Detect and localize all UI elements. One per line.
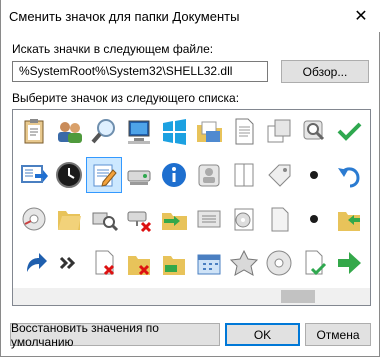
icon-cell[interactable] [17, 114, 51, 148]
icon-cell[interactable] [227, 246, 261, 280]
icon-cell[interactable] [157, 114, 191, 148]
icon-cell[interactable] [227, 114, 261, 148]
disc-drive-icon [22, 207, 46, 231]
folder-green-arrow-icon [162, 213, 187, 230]
folder-arrow-icon [338, 212, 360, 231]
restore-defaults-button[interactable]: Восстановить значения по умолчанию [10, 321, 220, 349]
window-title: Сменить значок для папки Документы [9, 9, 240, 24]
disc-icon [266, 250, 292, 276]
dot-icon [310, 171, 318, 179]
magnifier-icon [91, 119, 115, 144]
search-folder-icon [303, 120, 325, 141]
icon-cell[interactable] [52, 246, 86, 280]
tag-icon [268, 164, 291, 187]
file-label: Искать значки в следующем файле: [12, 42, 214, 56]
icon-cell[interactable] [17, 246, 51, 280]
document-x-icon [95, 250, 115, 276]
dot-icon [310, 215, 318, 223]
icon-cell[interactable] [17, 158, 51, 192]
icon-cell[interactable] [332, 114, 366, 148]
ok-button[interactable]: OK [225, 323, 300, 346]
calendar-icon [197, 254, 221, 275]
icon-cell[interactable] [262, 202, 296, 236]
icon-cell[interactable] [17, 202, 51, 236]
folder-x-icon [128, 256, 150, 276]
icon-cell[interactable] [122, 246, 156, 280]
close-icon: ✕ [354, 8, 368, 25]
icon-cell[interactable] [87, 114, 121, 148]
drive-icon [127, 170, 151, 185]
icon-cell[interactable] [297, 246, 331, 280]
icon-cell[interactable] [297, 114, 331, 148]
shortcut-arrow-icon [23, 252, 47, 274]
icon-cell[interactable] [122, 114, 156, 148]
icon-cell[interactable] [157, 202, 191, 236]
user-files-icon [198, 164, 220, 187]
icon-cell[interactable] [192, 158, 226, 192]
icon-cell[interactable] [332, 202, 366, 236]
undo-arrow-icon [338, 167, 360, 188]
icon-cell[interactable] [192, 246, 226, 280]
drive-disconnected-icon [127, 211, 152, 233]
pages-icon [234, 163, 254, 187]
icon-cell[interactable] [122, 202, 156, 236]
icon-cell[interactable] [52, 158, 86, 192]
icon-cell[interactable] [227, 158, 261, 192]
info-icon [162, 163, 186, 187]
icon-cell[interactable] [227, 202, 261, 236]
list-label: Выберите значок из следующего списка: [12, 91, 240, 105]
folder-open-icon [58, 211, 81, 230]
file-path-field[interactable]: %SystemRoot%\System32\SHELL32.dll [12, 61, 268, 82]
icon-cell[interactable] [262, 158, 296, 192]
green-arrow-icon [338, 252, 361, 274]
icon-cell[interactable] [262, 246, 296, 280]
title-bar: Сменить значок для папки Документы ✕ [1, 0, 381, 32]
monitor-arrow-icon [21, 165, 48, 183]
browse-button[interactable]: Обзор... [281, 60, 369, 83]
blank-page-icon [271, 207, 289, 232]
clipboard-icon [24, 119, 44, 144]
clock-icon [56, 162, 82, 188]
checkmark-icon [337, 122, 362, 141]
icon-cell[interactable] [87, 202, 121, 236]
windows-overlap-icon [267, 119, 291, 143]
horizontal-scrollbar[interactable] [13, 288, 370, 305]
cancel-button[interactable]: Отмена [305, 323, 371, 346]
icon-cell[interactable] [332, 246, 366, 280]
folder-green-icon [163, 256, 185, 275]
icon-cell[interactable] [332, 158, 366, 192]
icon-cell[interactable] [52, 114, 86, 148]
dialog-window: Сменить значок для папки Документы ✕ Иск… [0, 0, 381, 357]
icon-grid [17, 114, 370, 284]
icon-cell[interactable] [297, 202, 331, 236]
scrollbar-thumb[interactable] [281, 290, 315, 303]
document-icon [235, 118, 254, 145]
icon-cell[interactable] [122, 158, 156, 192]
icon-cell[interactable] [86, 157, 122, 193]
list-window-icon [197, 210, 221, 228]
icon-cell[interactable] [192, 202, 226, 236]
icon-cell[interactable] [192, 114, 226, 148]
icon-cell[interactable] [157, 246, 191, 280]
cd-document-icon [234, 208, 254, 231]
icon-cell[interactable] [52, 202, 86, 236]
folder-docs-icon [197, 121, 222, 142]
icon-list[interactable] [12, 109, 371, 306]
users-icon [58, 122, 82, 143]
icon-cell[interactable] [157, 158, 191, 192]
icon-cell[interactable] [87, 246, 121, 280]
windows-flag-icon [163, 119, 186, 145]
icon-cell[interactable] [297, 158, 331, 192]
printer-search-icon [92, 212, 119, 232]
icon-cell[interactable] [262, 114, 296, 148]
notepad-edit-icon [93, 164, 117, 187]
double-chevron-icon [59, 256, 76, 270]
page-check-icon [305, 250, 327, 276]
computer-icon [128, 120, 150, 144]
close-button[interactable]: ✕ [340, 0, 381, 32]
star-icon [229, 249, 259, 276]
